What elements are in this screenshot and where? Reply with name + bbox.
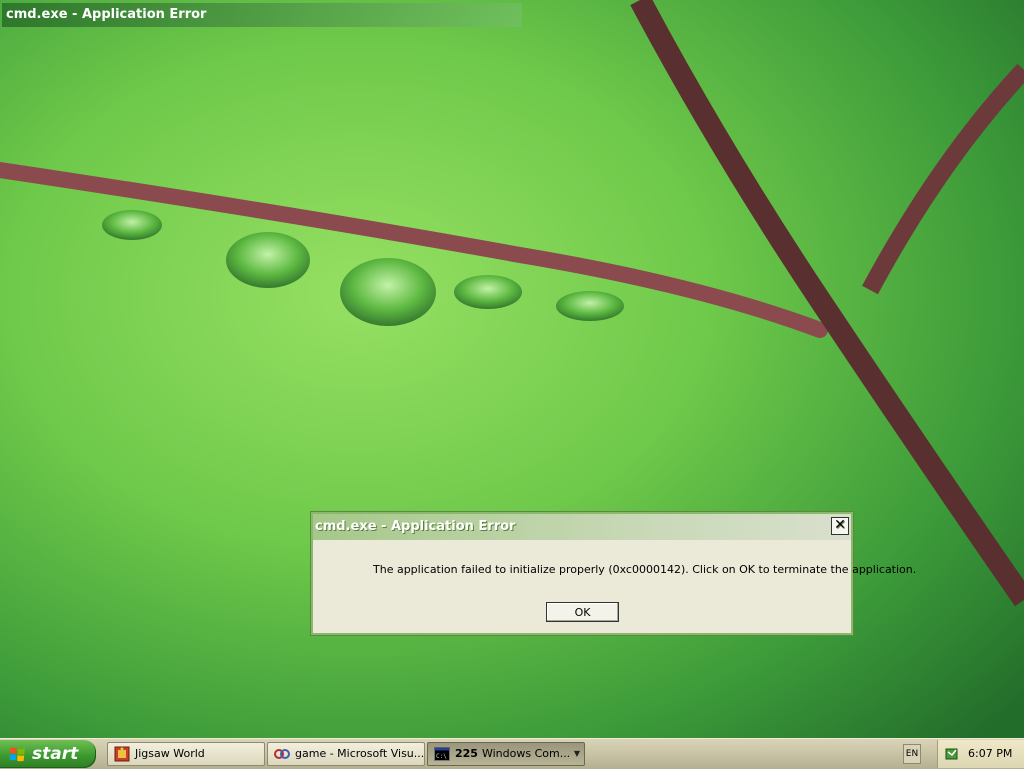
cmd-icon: C:\ (434, 747, 450, 761)
ghost-window-title: cmd.exe - Application Error (2, 3, 522, 27)
jigsaw-icon (114, 746, 130, 762)
visual-studio-icon (274, 749, 290, 759)
chevron-down-icon: ▼ (573, 749, 580, 758)
dialog-titlebar[interactable]: cmd.exe - Application Error ✕ (313, 514, 851, 540)
start-label: start (32, 744, 79, 764)
desktop: cmd.exe - Application Error cmd.exe - Ap… (0, 0, 1024, 738)
language-indicator[interactable]: EN (903, 744, 921, 764)
error-dialog: cmd.exe - Application Error ✕ The applic… (311, 512, 916, 635)
dialog-title: cmd.exe - Application Error (315, 519, 516, 534)
close-button[interactable]: ✕ (831, 517, 849, 535)
task-label: game - Microsoft Visu... (295, 747, 425, 760)
taskbar: start Jigsaw World game - Microsoft Visu… (0, 738, 1024, 769)
svg-text:C:\: C:\ (436, 753, 447, 760)
ok-button[interactable]: OK (546, 602, 619, 622)
task-label: Windows Com... (481, 747, 571, 760)
error-message: The application failed to initialize pro… (373, 563, 917, 576)
windows-logo-icon (9, 747, 25, 762)
taskbar-item-jigsaw-world[interactable]: Jigsaw World (107, 742, 265, 766)
task-group-count: 225 (455, 747, 478, 760)
start-button[interactable]: start (0, 740, 96, 768)
taskbar-item-windows-command[interactable]: C:\ 225 Windows Com... ▼ (427, 742, 585, 766)
task-label: Jigsaw World (135, 747, 205, 760)
tray-app-icon[interactable] (944, 746, 960, 762)
clock[interactable]: 6:07 PM (968, 740, 1012, 768)
system-tray: 6:07 PM (937, 740, 1024, 768)
close-icon: ✕ (834, 517, 846, 533)
taskbar-item-visual-studio[interactable]: game - Microsoft Visu... (267, 742, 425, 766)
